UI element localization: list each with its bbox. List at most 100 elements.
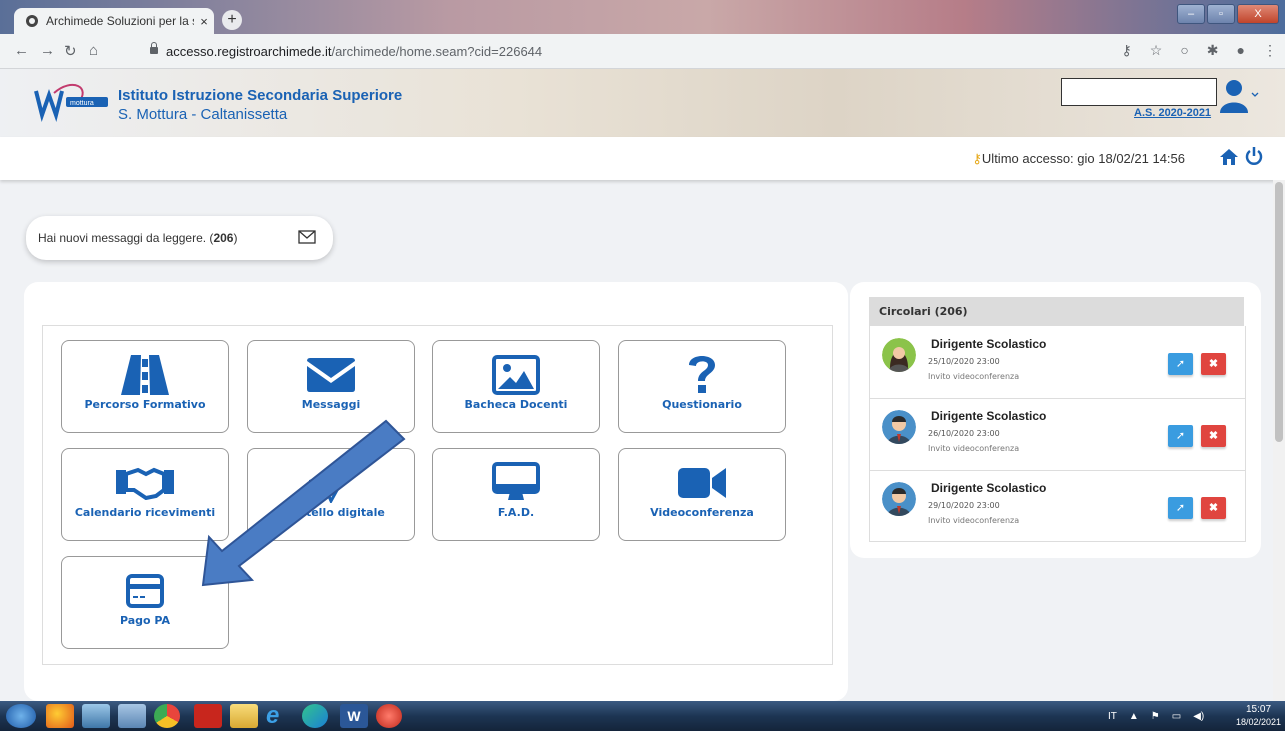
home-icon[interactable]: ⌂ — [89, 42, 98, 59]
tile-sportello-digitale[interactable]: Sportello digitale — [247, 448, 415, 541]
school-name: Istituto Istruzione Secondaria Superiore — [118, 87, 403, 104]
tile-videoconferenza[interactable]: Videoconferenza — [618, 448, 786, 541]
profile-icon[interactable]: ● — [1237, 42, 1245, 59]
windows-taskbar: e W IT ▲ ⚑ ▭ ◀) 15:07 18/02/2021 — [0, 701, 1285, 731]
tile-label: Questionario — [662, 398, 742, 411]
clock-date: 18/02/2021 — [1236, 717, 1282, 727]
tile-label: Sportello digitale — [277, 506, 385, 519]
tile-pago-pa[interactable]: Pago PA — [61, 556, 229, 649]
message-count: 206 — [213, 231, 234, 245]
circolare-date: 25/10/2020 23:00 — [928, 357, 1000, 366]
user-avatar-icon[interactable] — [1220, 79, 1260, 115]
circolare-author: Dirigente Scolastico — [931, 481, 1047, 495]
tile-label: F.A.D. — [497, 506, 535, 519]
tile-label: Messaggi — [301, 398, 361, 411]
home-icon[interactable] — [1219, 148, 1239, 166]
url-field[interactable]: accesso.registroarchimede.it/archimede/h… — [166, 44, 542, 59]
tile-questionario[interactable]: Questionario — [618, 340, 786, 433]
browser-tab-title: Archimede Soluzioni per la scuol — [46, 14, 194, 28]
info-bar: ⚷Ultimo accesso: gio 18/02/21 14:56 — [0, 137, 1285, 180]
clock-time: 15:07 — [1246, 704, 1272, 715]
tab-close-icon[interactable]: × — [194, 14, 214, 29]
back-arrow-icon[interactable]: ← — [14, 42, 29, 59]
username-field[interactable] — [1061, 78, 1217, 106]
folder-icon[interactable] — [230, 704, 258, 728]
start-button[interactable] — [6, 704, 36, 728]
url-host: accesso.registroarchimede.it — [166, 44, 332, 59]
firefox-icon[interactable] — [46, 704, 74, 728]
key-icon[interactable]: ⚷ — [1122, 42, 1132, 59]
tile-fad[interactable]: F.A.D. — [432, 448, 600, 541]
avatar-male-icon — [882, 410, 916, 444]
circolare-date: 26/10/2020 23:00 — [928, 429, 1000, 438]
delete-button[interactable]: ✖ — [1201, 425, 1226, 447]
acrobat-icon[interactable] — [194, 704, 222, 728]
credit-card-icon — [126, 574, 164, 608]
chrome-icon[interactable] — [154, 704, 180, 728]
word-icon[interactable]: W — [340, 704, 368, 728]
volume-icon[interactable]: ◀) — [1193, 711, 1204, 722]
bookmark-star-icon[interactable]: ☆ — [1150, 42, 1163, 59]
lock-icon — [150, 42, 158, 54]
key-icon: ⚷ — [972, 151, 982, 166]
circolari-list: Dirigente Scolastico 25/10/2020 23:00 In… — [869, 326, 1246, 542]
tile-percorso-formativo[interactable]: Percorso Formativo — [61, 340, 229, 433]
send-button[interactable]: ➚ — [1168, 497, 1193, 519]
circolare-item[interactable]: Dirigente Scolastico 26/10/2020 23:00 In… — [870, 398, 1245, 471]
menu-dots-icon[interactable]: ⋮ — [1263, 42, 1277, 59]
forward-arrow-icon[interactable]: → — [40, 42, 55, 59]
network-tray-icon[interactable]: ▭ — [1172, 711, 1181, 722]
new-messages-notice[interactable]: Hai nuovi messaggi da leggere. (206) — [26, 216, 333, 260]
circolare-author: Dirigente Scolastico — [931, 409, 1047, 423]
clock[interactable]: 15:07 18/02/2021 — [1236, 704, 1281, 728]
browser-tab-bar: Archimede Soluzioni per la scuol × + – ▫… — [0, 0, 1285, 34]
site-favicon-icon — [26, 15, 38, 27]
reload-icon[interactable]: ↻ — [64, 42, 77, 60]
edge-icon[interactable] — [302, 704, 328, 728]
system-tray: IT ▲ ⚑ ▭ ◀) — [1108, 701, 1204, 731]
extension-circle-icon[interactable]: ○ — [1180, 42, 1188, 59]
minimize-button[interactable]: – — [1177, 4, 1205, 24]
email-client-icon[interactable] — [376, 704, 402, 728]
school-year-link[interactable]: A.S. 2020-2021 — [1134, 107, 1211, 119]
browser-tab[interactable]: Archimede Soluzioni per la scuol × — [14, 8, 214, 34]
tile-label: Videoconferenza — [650, 506, 754, 519]
envelope-icon — [307, 358, 355, 392]
notice-text: Hai nuovi messaggi da leggere. ( — [38, 231, 214, 245]
handshake-icon — [116, 467, 174, 500]
send-button[interactable]: ➚ — [1168, 425, 1193, 447]
address-bar: ← → ↻ ⌂ accesso.registroarchimede.it/arc… — [0, 34, 1285, 69]
puzzle-icon[interactable]: ✱ — [1207, 42, 1219, 59]
internet-explorer-icon[interactable]: e — [266, 704, 294, 728]
tile-bacheca-docenti[interactable]: Bacheca Docenti — [432, 340, 600, 433]
send-button[interactable]: ➚ — [1168, 353, 1193, 375]
url-path: /archimede/home.seam?cid=226644 — [331, 44, 543, 59]
envelope-icon[interactable] — [298, 230, 316, 244]
send-icon — [309, 463, 353, 503]
question-icon — [689, 356, 715, 393]
tile-label: Bacheca Docenti — [464, 398, 568, 411]
circolare-subject: Invito videoconferenza — [928, 444, 1020, 453]
tile-calendario-ricevimenti[interactable]: Calendario ricevimenti — [61, 448, 229, 541]
school-logo-icon: mottura — [34, 83, 108, 122]
road-icon — [121, 355, 169, 395]
monitor-icon — [492, 462, 540, 500]
new-tab-button[interactable]: + — [222, 10, 242, 30]
avatar-female-icon — [882, 338, 916, 372]
tile-messaggi[interactable]: Messaggi — [247, 340, 415, 433]
tray-expand-icon[interactable]: ▲ — [1129, 711, 1139, 722]
maximize-button[interactable]: ▫ — [1207, 4, 1235, 24]
circolare-item[interactable]: Dirigente Scolastico 29/10/2020 23:00 In… — [870, 470, 1245, 542]
language-indicator[interactable]: IT — [1108, 711, 1117, 722]
flag-icon[interactable]: ⚑ — [1151, 711, 1160, 722]
circolari-header: Circolari (206) — [869, 297, 1244, 326]
network-icon[interactable] — [82, 704, 110, 728]
close-window-button[interactable]: X — [1237, 4, 1279, 24]
logout-power-icon[interactable] — [1244, 146, 1264, 166]
delete-button[interactable]: ✖ — [1201, 497, 1226, 519]
svg-text:mottura: mottura — [70, 100, 94, 107]
explorer-icon[interactable] — [118, 704, 146, 728]
delete-button[interactable]: ✖ — [1201, 353, 1226, 375]
circolare-item[interactable]: Dirigente Scolastico 25/10/2020 23:00 In… — [870, 326, 1245, 399]
scrollbar-thumb[interactable] — [1275, 182, 1283, 442]
